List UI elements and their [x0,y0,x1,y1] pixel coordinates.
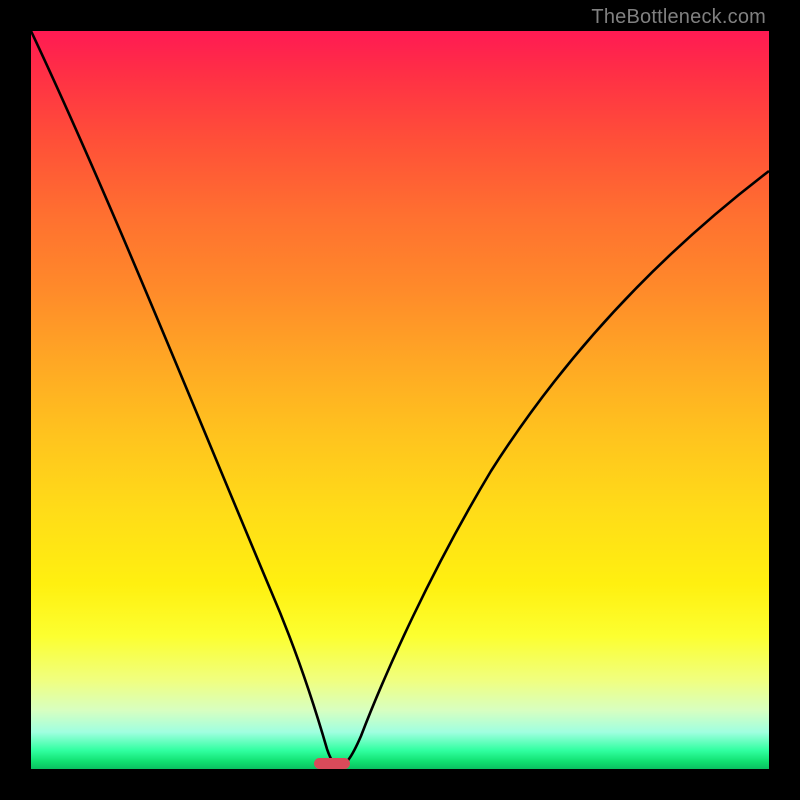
minimum-marker [314,758,350,769]
bottleneck-curve-path [31,31,769,766]
plot-area [31,31,769,769]
curve-layer [31,31,769,769]
chart-frame: TheBottleneck.com [0,0,800,800]
watermark-text: TheBottleneck.com [591,6,766,29]
